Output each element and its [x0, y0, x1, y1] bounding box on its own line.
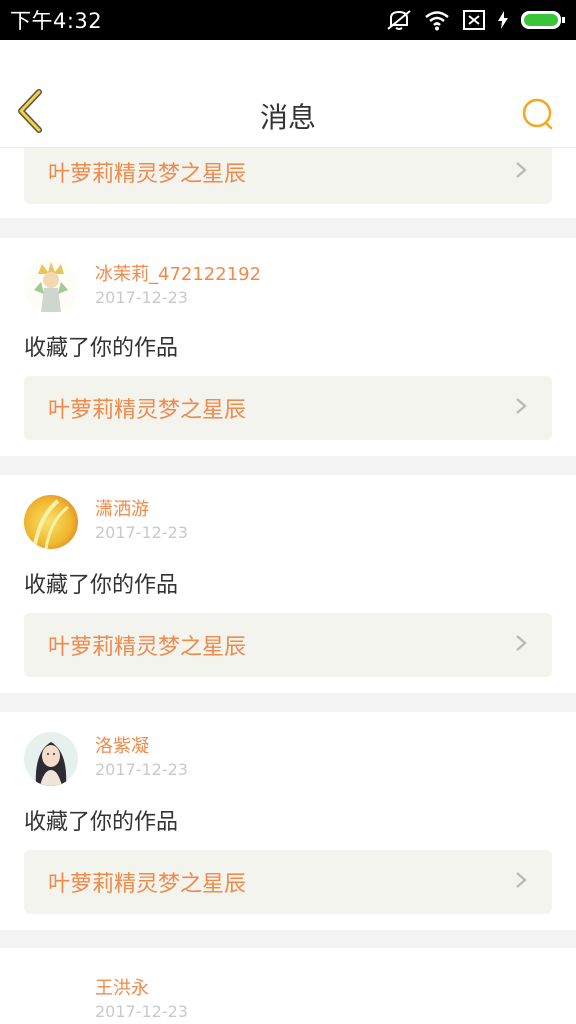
avatar[interactable]: [24, 974, 78, 1024]
message-date: 2017-12-23: [95, 523, 188, 542]
chevron-right-icon: [514, 633, 528, 657]
avatar[interactable]: [24, 260, 78, 314]
search-icon: [520, 98, 556, 136]
search-button[interactable]: [520, 96, 556, 132]
chevron-right-icon: [514, 870, 528, 894]
work-link[interactable]: 叶萝莉精灵梦之星辰: [24, 613, 552, 677]
user-row[interactable]: 冰茉莉_472122192 2017-12-23: [24, 260, 564, 320]
message-date: 2017-12-23: [95, 760, 188, 779]
user-row[interactable]: 潇洒游 2017-12-23: [24, 495, 564, 555]
status-icons: [386, 9, 566, 31]
work-title: 叶萝莉精灵梦之星辰: [48, 635, 247, 660]
work-link[interactable]: 叶萝莉精灵梦之星辰: [24, 148, 552, 204]
message-date: 2017-12-23: [95, 288, 188, 307]
work-link[interactable]: 叶萝莉精灵梦之星辰: [24, 376, 552, 440]
user-name[interactable]: 潇洒游: [95, 495, 149, 521]
avatar[interactable]: [24, 732, 78, 786]
message-card: 叶萝莉精灵梦之星辰: [0, 148, 576, 218]
no-sim-icon: [462, 9, 486, 31]
work-title: 叶萝莉精灵梦之星辰: [48, 162, 247, 187]
message-action: 收藏了你的作品: [24, 573, 179, 598]
page-title: 消息: [259, 101, 316, 134]
message-action: 收藏了你的作品: [24, 336, 179, 361]
user-row[interactable]: 洛紫凝 2017-12-23: [24, 732, 564, 792]
status-bar: 下午4:32: [0, 0, 576, 40]
message-action: 收藏了你的作品: [24, 810, 179, 835]
chevron-right-icon: [514, 396, 528, 420]
work-title: 叶萝莉精灵梦之星辰: [48, 872, 247, 897]
message-card: 潇洒游 2017-12-23 收藏了你的作品 叶萝莉精灵梦之星辰: [0, 475, 576, 693]
chevron-right-icon: [514, 160, 528, 184]
battery-icon: [520, 9, 566, 31]
mute-icon: [386, 9, 412, 31]
status-time: 下午4:32: [10, 9, 103, 33]
user-row[interactable]: 王洪永 2017-12-23: [24, 974, 564, 1024]
message-card: 冰茉莉_472122192 2017-12-23 收藏了你的作品 叶萝莉精灵梦之…: [0, 238, 576, 456]
user-name[interactable]: 冰茉莉_472122192: [95, 260, 261, 286]
message-feed[interactable]: 叶萝莉精灵梦之星辰 冰茉莉_472122192 2017-12-23 收藏了你的…: [0, 148, 576, 1024]
message-card: 洛紫凝 2017-12-23 收藏了你的作品 叶萝莉精灵梦之星辰: [0, 712, 576, 930]
charging-icon: [498, 11, 508, 29]
work-title: 叶萝莉精灵梦之星辰: [48, 398, 247, 423]
wifi-icon: [424, 9, 450, 31]
user-name[interactable]: 王洪永: [95, 974, 149, 1000]
app-header: 消息: [0, 40, 576, 148]
message-card: 王洪永 2017-12-23: [0, 948, 576, 1024]
avatar[interactable]: [24, 495, 78, 549]
work-link[interactable]: 叶萝莉精灵梦之星辰: [24, 850, 552, 914]
user-name[interactable]: 洛紫凝: [95, 732, 149, 758]
message-date: 2017-12-23: [95, 1002, 188, 1021]
